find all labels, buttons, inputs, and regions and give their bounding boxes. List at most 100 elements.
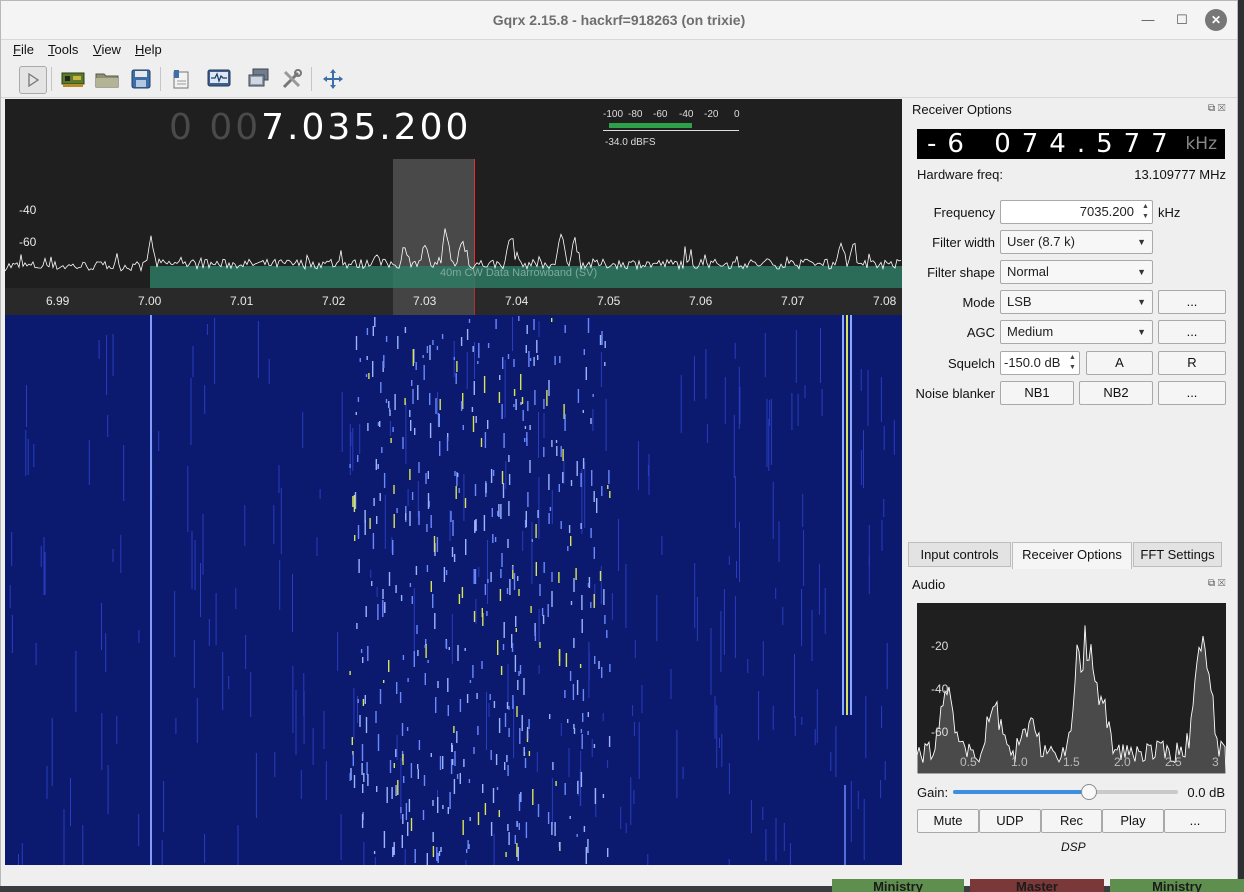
nb2-button[interactable]: NB2: [1079, 381, 1153, 405]
background-window-tab: Ministry: [1110, 879, 1244, 892]
record-button[interactable]: Rec: [1041, 809, 1102, 833]
waterfall-canvas: [5, 315, 902, 865]
play-icon: [28, 73, 40, 87]
squelch-auto-button[interactable]: A: [1086, 351, 1153, 375]
bookmark-icon: [173, 70, 189, 89]
menu-help[interactable]: Help: [135, 42, 162, 57]
spectrum-trace: [5, 228, 902, 273]
x-tick-label: 7.07: [781, 294, 805, 308]
filter-offset-display[interactable]: -6 074.577 kHz: [917, 129, 1225, 159]
agc-value: Medium: [1007, 324, 1054, 339]
menu-tools-rest: ools: [54, 42, 79, 57]
toolbar-separator: [311, 67, 312, 91]
menu-file-rest: ile: [20, 42, 34, 57]
mute-button[interactable]: Mute: [917, 809, 979, 833]
filter-shape-select[interactable]: Normal ▼: [1000, 260, 1153, 284]
toolbar-separator: [160, 67, 161, 91]
x-tick-label: 7.04: [505, 294, 529, 308]
spinner-arrows-icon[interactable]: ▲ ▼: [1140, 202, 1151, 222]
tab-input-controls[interactable]: Input controls: [908, 542, 1011, 567]
frequency-unit: kHz: [1158, 205, 1181, 220]
x-tick-label: 7.00: [138, 294, 162, 308]
gain-label: Gain:: [917, 785, 949, 800]
frequency-label: Frequency: [933, 205, 995, 220]
menu-file[interactable]: File: [13, 42, 34, 57]
dock-float-close-icon[interactable]: ⧉ ☒: [1208, 578, 1225, 589]
udp-button[interactable]: UDP: [979, 809, 1041, 833]
x-tick-label: 7.02: [322, 294, 346, 308]
agc-select[interactable]: Medium ▼: [1000, 320, 1153, 344]
chevron-down-icon: ▼: [1137, 297, 1146, 307]
start-dsp-button[interactable]: [19, 66, 47, 94]
spinner-arrows-icon[interactable]: ▲ ▼: [1067, 353, 1078, 373]
squelch-label: Squelch: [948, 356, 995, 371]
gain-slider-fill: [953, 790, 1088, 794]
configure-button[interactable]: [279, 66, 305, 92]
spectrum-line: [5, 228, 902, 273]
audio-y-label: -60: [931, 725, 949, 739]
maximize-button[interactable]: ☐: [1171, 9, 1193, 31]
menu-help-rest: elp: [144, 42, 162, 57]
save-settings-button[interactable]: [128, 66, 154, 92]
audio-x-tick-label: 2.0: [1114, 755, 1131, 769]
audio-x-tick-label: 1.0: [1011, 755, 1028, 769]
squelch-input[interactable]: -150.0 dB ▲ ▼: [1000, 351, 1080, 375]
squelch-value: -150.0 dB: [1004, 355, 1061, 370]
audio-title: Audio: [912, 577, 946, 592]
play-button[interactable]: Play: [1102, 809, 1164, 833]
spectrum-plot[interactable]: 0 007.035.200 -100 -80 -60 -40 -20 0 -34…: [5, 99, 902, 315]
filter-shape-value: Normal: [1007, 264, 1049, 279]
dxc-button[interactable]: [206, 66, 232, 92]
chevron-down-icon: ▼: [1137, 327, 1146, 337]
dock-float-close-icon[interactable]: ⧉ ☒: [1208, 103, 1225, 114]
filter-width-value: User (8.7 k): [1007, 234, 1075, 249]
audio-options-button[interactable]: ...: [1164, 809, 1226, 833]
window-title: Gqrx 2.15.8 - hackrf=918263 (on trixie): [492, 12, 746, 28]
frequency-input[interactable]: 7035.200 ▲ ▼: [1000, 200, 1153, 224]
x-tick-label: 7.06: [689, 294, 713, 308]
tab-receiver-options[interactable]: Receiver Options: [1012, 542, 1132, 569]
menu-tools[interactable]: Tools: [48, 42, 78, 57]
mode-options-button[interactable]: ...: [1158, 290, 1226, 314]
hardware-card-icon: [61, 72, 85, 87]
frequency-value: 7035.200: [1079, 204, 1134, 219]
title-bar[interactable]: Gqrx 2.15.8 - hackrf=918263 (on trixie) …: [1, 1, 1237, 40]
mode-select[interactable]: LSB ▼: [1000, 290, 1153, 314]
close-button[interactable]: ✕: [1205, 9, 1227, 31]
filter-width-label: Filter width: [932, 235, 995, 250]
tab-fft-settings[interactable]: FFT Settings: [1133, 542, 1222, 567]
waterfall-display[interactable]: [5, 315, 902, 865]
noise-blanker-options-button[interactable]: ...: [1158, 381, 1226, 405]
gain-slider-handle[interactable]: [1081, 784, 1097, 800]
y-axis-label: -40: [19, 203, 37, 217]
x-tick-label: 7.03: [413, 294, 437, 308]
audio-y-label: -40: [931, 682, 949, 696]
menu-view[interactable]: View: [93, 42, 121, 57]
mode-value: LSB: [1007, 294, 1032, 309]
hardware-freq-value: 13.109777 MHz: [1134, 167, 1226, 182]
load-settings-button[interactable]: [94, 66, 120, 92]
fullscreen-button[interactable]: [320, 66, 346, 92]
add-bookmark-button[interactable]: [168, 66, 194, 92]
nb1-button[interactable]: NB1: [1000, 381, 1074, 405]
squelch-reset-button[interactable]: R: [1158, 351, 1226, 375]
remote-control-button[interactable]: [246, 66, 272, 92]
gqrx-window: Gqrx 2.15.8 - hackrf=918263 (on trixie) …: [0, 0, 1238, 888]
x-tick-label: 6.99: [46, 294, 70, 308]
toolbar: [1, 61, 1237, 98]
background-window-tab: Master: [970, 879, 1104, 892]
mode-label: Mode: [962, 295, 995, 310]
audio-gain-slider[interactable]: [953, 784, 1178, 800]
audio-fft-plot[interactable]: -20 -40 -60 0.5 1.0 1.5 2.0 2.5 3: [917, 603, 1226, 774]
x-tick-label: 7.08: [873, 294, 897, 308]
dsp-label: DSP: [1061, 840, 1086, 854]
audio-y-label: -20: [931, 639, 949, 653]
fullscreen-icon: [323, 69, 343, 89]
io-devices-button[interactable]: [60, 66, 86, 92]
audio-x-tick-label: 1.5: [1063, 755, 1080, 769]
minimize-button[interactable]: —: [1137, 9, 1159, 31]
agc-options-button[interactable]: ...: [1158, 320, 1226, 344]
menu-file-mnemonic: F: [13, 42, 21, 57]
filter-width-select[interactable]: User (8.7 k) ▼: [1000, 230, 1153, 254]
y-axis-label: -60: [19, 235, 37, 249]
